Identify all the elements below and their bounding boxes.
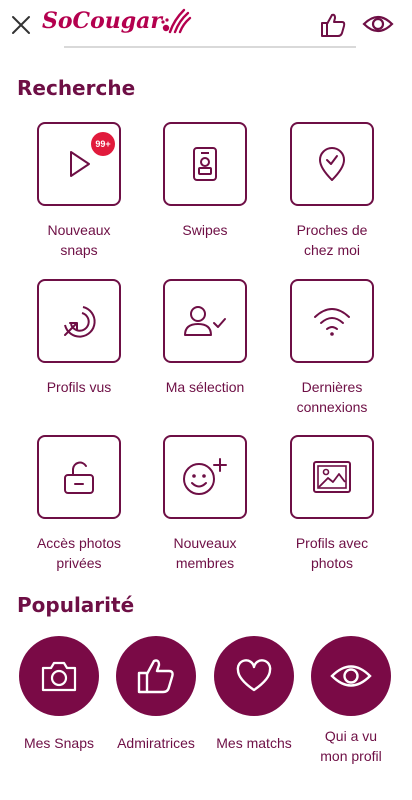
circle-mes-snaps[interactable] — [19, 636, 99, 716]
section-title-popularite: Popularité — [17, 593, 135, 617]
section-title-recherche: Recherche — [17, 76, 136, 100]
play-icon — [70, 151, 90, 177]
tile-dernieres-connexions[interactable] — [290, 279, 374, 363]
logo-text: SoCougar — [42, 8, 162, 34]
wifi-icon — [314, 308, 350, 336]
picture-icon — [313, 461, 351, 493]
paw-scratch-icon — [161, 8, 192, 34]
badge-count: 99+ — [91, 132, 115, 156]
circle-admiratrices[interactable] — [116, 636, 196, 716]
user-check-icon — [184, 306, 226, 336]
tile-label: Profils vus — [46, 379, 112, 395]
thumbs-up-icon[interactable] — [319, 11, 347, 39]
tile-nouveaux-snaps[interactable]: 99+ — [37, 122, 121, 206]
close-icon[interactable] — [10, 14, 32, 36]
logo: SoCougar — [42, 2, 192, 42]
top-bar: SoCougar — [0, 0, 412, 48]
eye-icon — [330, 665, 372, 687]
tile-label: Nouveaux snaps — [47, 222, 111, 258]
tile-label: Ma sélection — [165, 379, 245, 395]
unlock-icon — [64, 461, 94, 494]
camera-icon — [41, 661, 77, 692]
tile-label: Proches de chez moi — [296, 222, 368, 258]
tile-label: Profils avec photos — [295, 535, 369, 571]
target-cursor-icon — [64, 306, 96, 338]
tile-swipes[interactable] — [163, 122, 247, 206]
tile-ma-selection[interactable] — [163, 279, 247, 363]
tile-label: Swipes — [182, 222, 228, 238]
circle-label: Qui a vu mon profil — [320, 728, 382, 764]
circle-mes-matchs[interactable] — [214, 636, 294, 716]
header-divider — [64, 46, 356, 48]
location-check-icon — [319, 147, 345, 181]
tile-profils-avec-photos[interactable] — [290, 435, 374, 519]
tile-label: Accès photos privées — [36, 535, 122, 571]
circle-label: Mes matchs — [216, 735, 292, 751]
tile-nouveaux-membres[interactable] — [163, 435, 247, 519]
heart-icon — [236, 659, 272, 692]
thumbs-up-icon — [137, 659, 174, 694]
tile-label: Nouveaux membres — [173, 535, 237, 571]
id-badge-icon — [193, 147, 217, 181]
smiley-plus-icon — [183, 458, 227, 495]
tile-label: Dernières connexions — [296, 379, 368, 415]
circle-label: Admiratrices — [117, 735, 195, 751]
circle-qui-a-vu-mon-profil[interactable] — [311, 636, 391, 716]
tile-acces-photos-privees[interactable] — [37, 435, 121, 519]
circle-label: Mes Snaps — [23, 735, 95, 751]
eye-icon[interactable] — [362, 12, 394, 36]
tile-profils-vus[interactable] — [37, 279, 121, 363]
tile-proches-de-chez-moi[interactable] — [290, 122, 374, 206]
